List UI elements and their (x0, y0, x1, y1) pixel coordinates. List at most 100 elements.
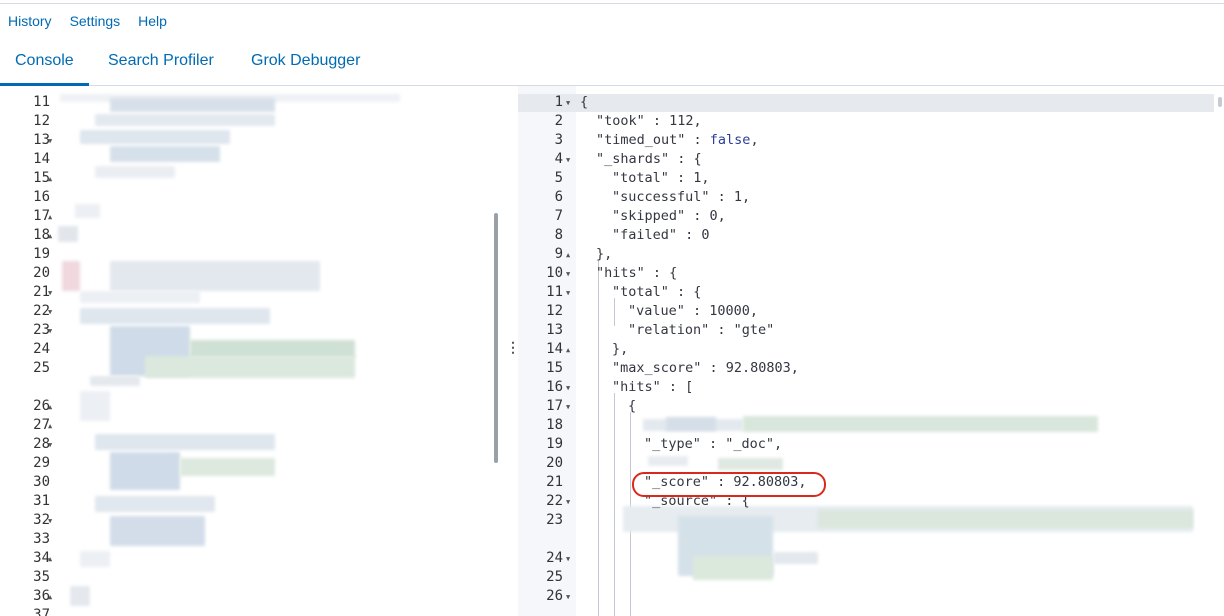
request-line-number: 23 (33, 322, 50, 338)
fold-expand-icon[interactable]: ▲ (48, 175, 52, 183)
comma: , (750, 132, 759, 148)
response-line-number: 22 (546, 493, 563, 509)
response-line-number: 15 (546, 360, 563, 376)
json-line-7: "skipped" : 0, (612, 208, 726, 224)
fold-collapse-icon[interactable]: ▼ (48, 327, 52, 335)
menu-help[interactable]: Help (138, 13, 167, 29)
fold-expand-icon[interactable]: ▲ (48, 213, 52, 221)
value-false: false (709, 132, 751, 148)
fold-expand-icon[interactable]: ▲ (566, 251, 570, 259)
response-line-number: 1 (554, 94, 563, 110)
request-line-number: 24 (33, 341, 50, 357)
json-line-16: "hits" : [ (612, 379, 694, 395)
response-line-number: 25 (546, 569, 563, 585)
fold-expand-icon[interactable]: ▲ (48, 232, 52, 240)
fold-collapse-icon[interactable]: ▼ (566, 270, 570, 278)
fold-collapse-icon[interactable]: ▼ (566, 498, 570, 506)
fold-expand-icon[interactable]: ▲ (48, 555, 52, 563)
request-line-number: 17 (33, 208, 50, 224)
json-line-4: "_shards" : { (596, 151, 702, 167)
top-menu: History Settings Help (8, 13, 167, 29)
response-line-number: 11 (546, 284, 563, 300)
json-line-17: { (628, 398, 637, 414)
response-line-number: 20 (546, 455, 563, 471)
response-editor[interactable]: 1 ▼ 2 3 4 ▼ 5 6 7 8 9 ▲ 10 ▼ 11 ▼ 12 13 14 ▲ 15 16 ▼ 17 ▼ 18 19 20 2… (518, 86, 1224, 616)
request-scrollbar[interactable] (494, 213, 498, 463)
response-line-number: 6 (554, 189, 563, 205)
request-line-number: 15 (33, 170, 50, 186)
top-border (0, 0, 1224, 4)
tab-search-profiler[interactable]: Search Profiler (108, 52, 214, 86)
menu-history[interactable]: History (8, 13, 52, 29)
response-line-number: 16 (546, 379, 563, 395)
request-line-number: 33 (33, 531, 50, 547)
response-line-number: 17 (546, 398, 563, 414)
response-line-number: 24 (546, 550, 563, 566)
response-line-number: 9 (554, 246, 563, 262)
dev-tools-tabs: Console Search Profiler Grok Debugger (0, 44, 1224, 86)
json-line-13: "relation" : "gte" (628, 322, 775, 338)
request-line-number: 16 (33, 189, 50, 205)
key-timed-out: "timed_out" : (596, 132, 710, 148)
json-line-1: { (580, 94, 589, 110)
response-line-number: 13 (546, 322, 563, 338)
request-line-number: 18 (33, 227, 50, 243)
fold-collapse-icon[interactable]: ▼ (48, 137, 52, 145)
json-line-19: "_type" : "_doc", (644, 436, 783, 452)
response-line-number: 8 (554, 227, 563, 243)
response-line-number: 2 (554, 113, 563, 129)
request-line-number: 30 (33, 474, 50, 490)
fold-collapse-icon[interactable]: ▼ (48, 517, 52, 525)
request-line-number: 37 (33, 607, 50, 616)
fold-collapse-icon[interactable]: ▼ (48, 289, 52, 297)
json-line-2: "took" : 112, (596, 113, 702, 129)
response-line-number: 21 (546, 474, 563, 490)
request-line-number: 26 (33, 398, 50, 414)
response-line-number: 26 (546, 588, 563, 604)
score-annotation-circle (632, 472, 826, 497)
tab-console[interactable]: Console (0, 52, 89, 86)
fold-expand-icon[interactable]: ▲ (48, 422, 52, 430)
pane-resize-handle[interactable]: ⋮ (506, 340, 520, 354)
request-editor[interactable]: 11 12 13 ▼ 14 15 ▲ 16 17 ▲ 18 ▲ 19 20 21 ▼ 22 ▼ 23 ▼ 24 25 26 ▲… (0, 86, 500, 616)
fold-collapse-icon[interactable]: ▼ (566, 555, 570, 563)
fold-collapse-icon[interactable]: ▼ (48, 308, 52, 316)
json-line-15: "max_score" : 92.80803, (612, 360, 799, 376)
fold-expand-icon[interactable]: ▲ (48, 593, 52, 601)
json-line-5: "total" : 1, (612, 170, 710, 186)
response-line-number: 18 (546, 417, 563, 433)
fold-collapse-icon[interactable]: ▼ (566, 99, 570, 107)
menu-settings[interactable]: Settings (70, 13, 121, 29)
request-line-number: 34 (33, 550, 50, 566)
response-line-number: 5 (554, 170, 563, 186)
response-line-number: 10 (546, 265, 563, 281)
fold-collapse-icon[interactable]: ▼ (566, 403, 570, 411)
json-line-9: }, (596, 246, 613, 262)
tab-console-label: Console (15, 52, 74, 69)
request-line-number: 32 (33, 512, 50, 528)
response-line-number: 23 (546, 512, 563, 528)
request-line-number: 14 (33, 151, 50, 167)
fold-expand-icon[interactable]: ▲ (566, 346, 570, 354)
request-line-number: 35 (33, 569, 50, 585)
fold-collapse-icon[interactable]: ▼ (48, 441, 52, 449)
request-line-number: 27 (33, 417, 50, 433)
request-line-number: 21 (33, 284, 50, 300)
json-line-11: "total" : { (612, 284, 702, 300)
request-line-number: 12 (33, 113, 50, 129)
fold-collapse-icon[interactable]: ▼ (566, 156, 570, 164)
fold-collapse-icon[interactable]: ▼ (566, 593, 570, 601)
fold-collapse-icon[interactable]: ▼ (566, 289, 570, 297)
request-line-number: 11 (33, 94, 50, 110)
request-line-number: 25 (33, 360, 50, 376)
request-line-number: 31 (33, 493, 50, 509)
request-line-number: 36 (33, 588, 50, 604)
request-line-number: 19 (33, 246, 50, 262)
response-line-number: 4 (554, 151, 563, 167)
json-line-6: "successful" : 1, (612, 189, 751, 205)
response-line-number: 14 (546, 341, 563, 357)
tab-grok-debugger[interactable]: Grok Debugger (251, 52, 360, 86)
fold-expand-icon[interactable]: ▲ (48, 403, 52, 411)
json-line-3: "timed_out" : false, (596, 132, 759, 148)
fold-collapse-icon[interactable]: ▼ (566, 384, 570, 392)
